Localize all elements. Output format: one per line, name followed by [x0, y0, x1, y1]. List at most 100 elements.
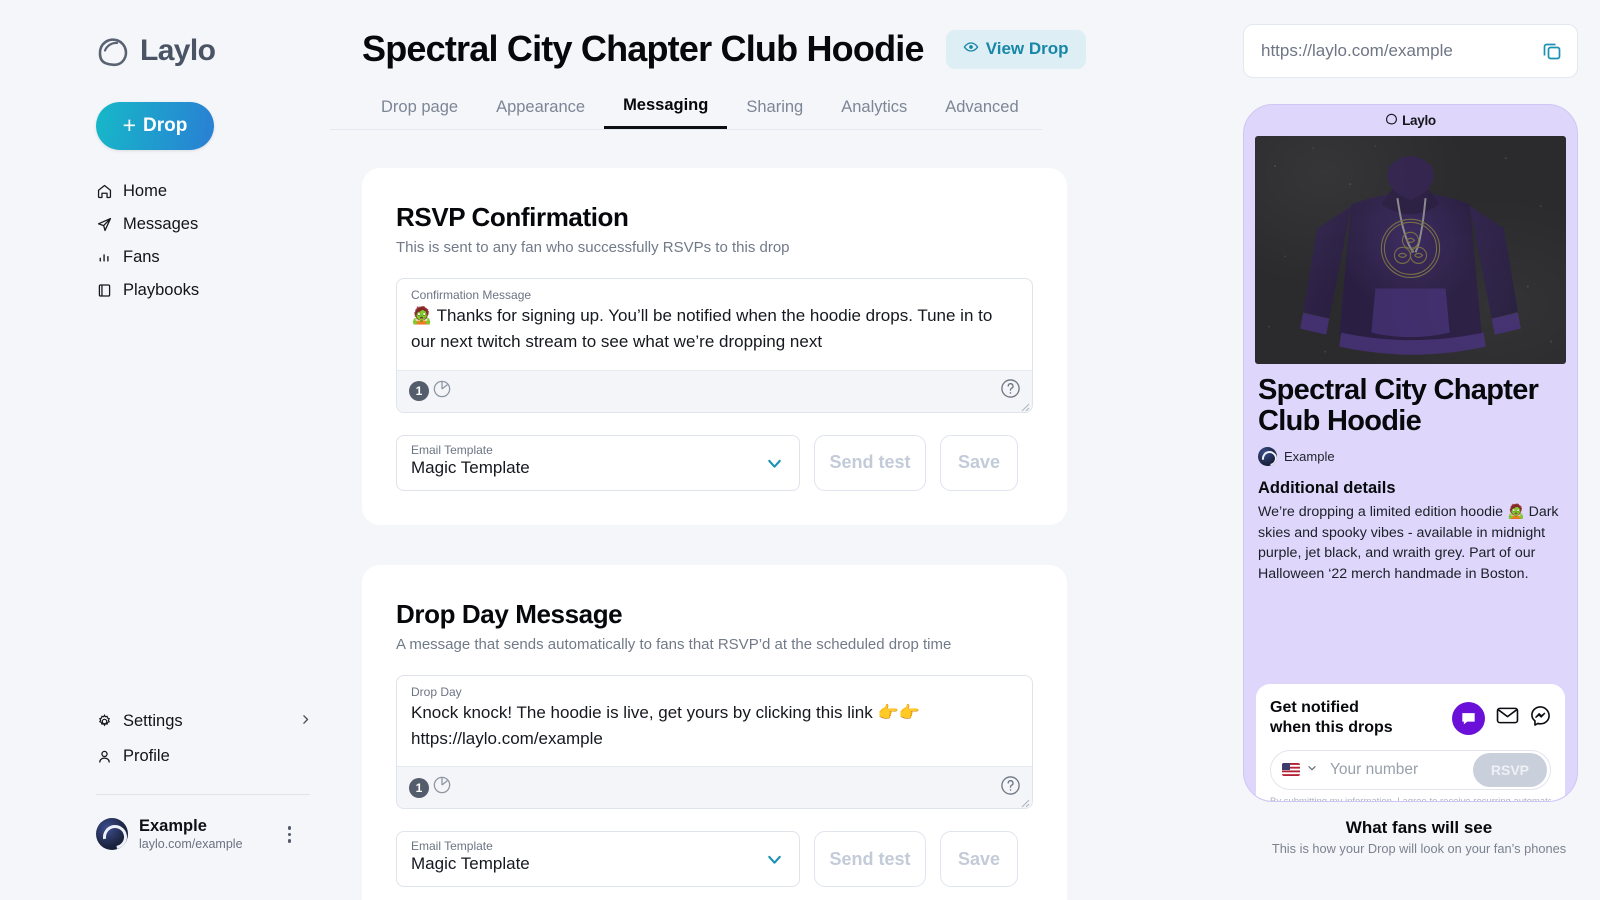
- tab-advanced[interactable]: Advanced: [926, 96, 1037, 129]
- sidebar-item-home[interactable]: Home: [96, 176, 330, 206]
- sidebar-item-messages[interactable]: Messages: [96, 209, 330, 239]
- page-header: Spectral City Chapter Club Hoodie View D…: [330, 0, 1238, 70]
- tab-appearance[interactable]: Appearance: [477, 96, 604, 129]
- sidebar-item-fans[interactable]: Fans: [96, 242, 330, 272]
- segment-meter: 1: [409, 775, 452, 800]
- email-template-select[interactable]: Email Template Magic Template: [396, 831, 800, 888]
- drop-day-message-box[interactable]: Drop Day Knock knock! The hoodie is live…: [396, 674, 1033, 810]
- template-actions-row: Email Template Magic Template Send test …: [396, 831, 1033, 888]
- book-icon: [96, 282, 113, 299]
- preview-caption-title: What fans will see: [1345, 818, 1493, 837]
- chevron-down-icon: [764, 849, 785, 875]
- tab-sharing[interactable]: Sharing: [727, 96, 822, 129]
- sidebar-footer: Settings Profile Example laylo.com/examp…: [0, 707, 330, 852]
- preview-product-title: Spectral City Chapter Club Hoodie: [1258, 374, 1539, 438]
- page-title: Spectral City Chapter Club Hoodie: [362, 28, 924, 69]
- email-template-label: Email Template: [411, 442, 493, 457]
- phone-preview: Laylo Spectral City Chapter Club Hoodie …: [1243, 104, 1578, 802]
- sidebar-item-playbooks[interactable]: Playbooks: [96, 275, 330, 305]
- country-chevron-down-icon[interactable]: [1306, 761, 1318, 779]
- sidebar-item-label: Profile: [123, 747, 170, 766]
- sidebar-item-label: Fans: [123, 247, 160, 266]
- rsvp-title-line2: when this drops: [1270, 719, 1393, 737]
- preview-rsvp-card: Get notified when this drops Your number…: [1256, 684, 1565, 802]
- drop-day-message-label: Drop Day: [411, 684, 462, 699]
- email-icon[interactable]: [1496, 706, 1519, 730]
- product-image-art: [1268, 145, 1552, 355]
- preview-details-heading: Additional details: [1258, 478, 1396, 497]
- send-test-button[interactable]: Send test: [814, 434, 926, 491]
- sidebar-item-profile[interactable]: Profile: [96, 742, 312, 772]
- settings-scroll-area[interactable]: RSVP Confirmation This is sent to any fa…: [330, 168, 1238, 900]
- chevron-right-icon: [299, 713, 312, 730]
- sidebar-divider: [96, 793, 310, 795]
- preview-logo-wordmark: Laylo: [1402, 113, 1436, 128]
- help-icon[interactable]: [1000, 378, 1021, 404]
- sms-icon[interactable]: [1452, 701, 1485, 735]
- copy-icon[interactable]: [1541, 40, 1563, 62]
- preview-caption-subtitle: This is how your Drop will look on your …: [1271, 841, 1567, 856]
- resize-handle[interactable]: [1019, 399, 1030, 412]
- email-template-value: Magic Template: [411, 457, 530, 477]
- sidebar-item-label: Settings: [123, 712, 183, 731]
- confirmation-message-label: Confirmation Message: [411, 288, 532, 302]
- confirmation-message-box[interactable]: Confirmation Message 🧟 Thanks for signin…: [396, 278, 1033, 413]
- plus-icon: +: [122, 111, 137, 138]
- account-url: laylo.com/example: [139, 836, 243, 851]
- sidebar-item-settings[interactable]: Settings: [96, 707, 312, 737]
- send-test-button[interactable]: Send test: [814, 831, 926, 888]
- us-flag-icon: [1282, 763, 1300, 777]
- avatar: [1258, 446, 1277, 466]
- message-footer: 1: [397, 766, 1032, 809]
- tab-drop-page[interactable]: Drop page: [362, 96, 477, 129]
- eye-icon: [963, 39, 979, 60]
- section-title: Drop Day Message: [396, 598, 623, 629]
- more-options-icon[interactable]: [287, 826, 292, 843]
- help-icon[interactable]: [1000, 775, 1021, 801]
- save-button[interactable]: Save: [940, 434, 1018, 491]
- send-icon: [96, 216, 113, 233]
- save-button[interactable]: Save: [940, 831, 1018, 888]
- gear-icon: [96, 713, 113, 730]
- preview-brand-header: Laylo: [1244, 105, 1577, 136]
- bar-chart-icon: [96, 249, 113, 266]
- account-switcher[interactable]: Example laylo.com/example: [0, 817, 330, 852]
- sidebar-item-label: Home: [123, 181, 168, 200]
- laylo-logo-icon: [1385, 112, 1398, 130]
- message-footer: 1: [397, 369, 1032, 412]
- view-drop-button[interactable]: View Drop: [945, 29, 1086, 69]
- consent-text: By submitting my information, I agree to…: [1270, 795, 1551, 802]
- rsvp-header: Get notified when this drops: [1270, 698, 1551, 739]
- main-content: Spectral City Chapter Club Hoodie View D…: [330, 0, 1238, 900]
- preview-body: Spectral City Chapter Club Hoodie Exampl…: [1244, 364, 1577, 585]
- character-progress-icon: [432, 379, 452, 404]
- drop-day-message-input[interactable]: Knock knock! The hoodie is live, get you…: [397, 699, 1032, 767]
- phone-input-placeholder[interactable]: Your number: [1324, 761, 1467, 779]
- sidebar: Laylo + Drop Home Messages Fans Playbook…: [0, 0, 330, 900]
- email-template-select[interactable]: Email Template Magic Template: [396, 434, 800, 491]
- rsvp-button[interactable]: RSVP: [1472, 752, 1547, 787]
- tab-messaging[interactable]: Messaging: [604, 96, 728, 129]
- user-icon: [96, 748, 113, 765]
- messenger-icon[interactable]: [1530, 705, 1551, 731]
- create-drop-button[interactable]: + Drop: [96, 102, 214, 150]
- preview-panel: https://laylo.com/example Laylo Spectral…: [1238, 0, 1600, 900]
- tab-bar: Drop page Appearance Messaging Sharing A…: [330, 96, 1042, 130]
- confirmation-message-input[interactable]: 🧟 Thanks for signing up. You’ll be notif…: [397, 302, 1032, 370]
- template-actions-row: Email Template Magic Template Send test …: [396, 434, 1033, 491]
- segment-count-badge: 1: [409, 777, 429, 798]
- preview-details-body: We’re dropping a limited edition hoodie …: [1258, 503, 1559, 583]
- avatar: [96, 818, 128, 851]
- phone-number-field[interactable]: Your number RSVP: [1270, 749, 1551, 790]
- rsvp-title-line1: Get notified: [1270, 699, 1359, 716]
- resize-handle[interactable]: [1019, 795, 1030, 808]
- secondary-nav: Settings Profile: [0, 707, 330, 772]
- app-logo[interactable]: Laylo: [0, 34, 330, 68]
- section-subtitle: This is sent to any fan who successfully…: [396, 239, 790, 256]
- rsvp-confirmation-card: RSVP Confirmation This is sent to any fa…: [362, 168, 1067, 525]
- drop-url-bar[interactable]: https://laylo.com/example: [1243, 24, 1578, 78]
- sidebar-item-label: Playbooks: [123, 280, 200, 299]
- home-icon: [96, 183, 113, 200]
- primary-nav: Home Messages Fans Playbooks: [0, 176, 330, 305]
- tab-analytics[interactable]: Analytics: [822, 96, 926, 129]
